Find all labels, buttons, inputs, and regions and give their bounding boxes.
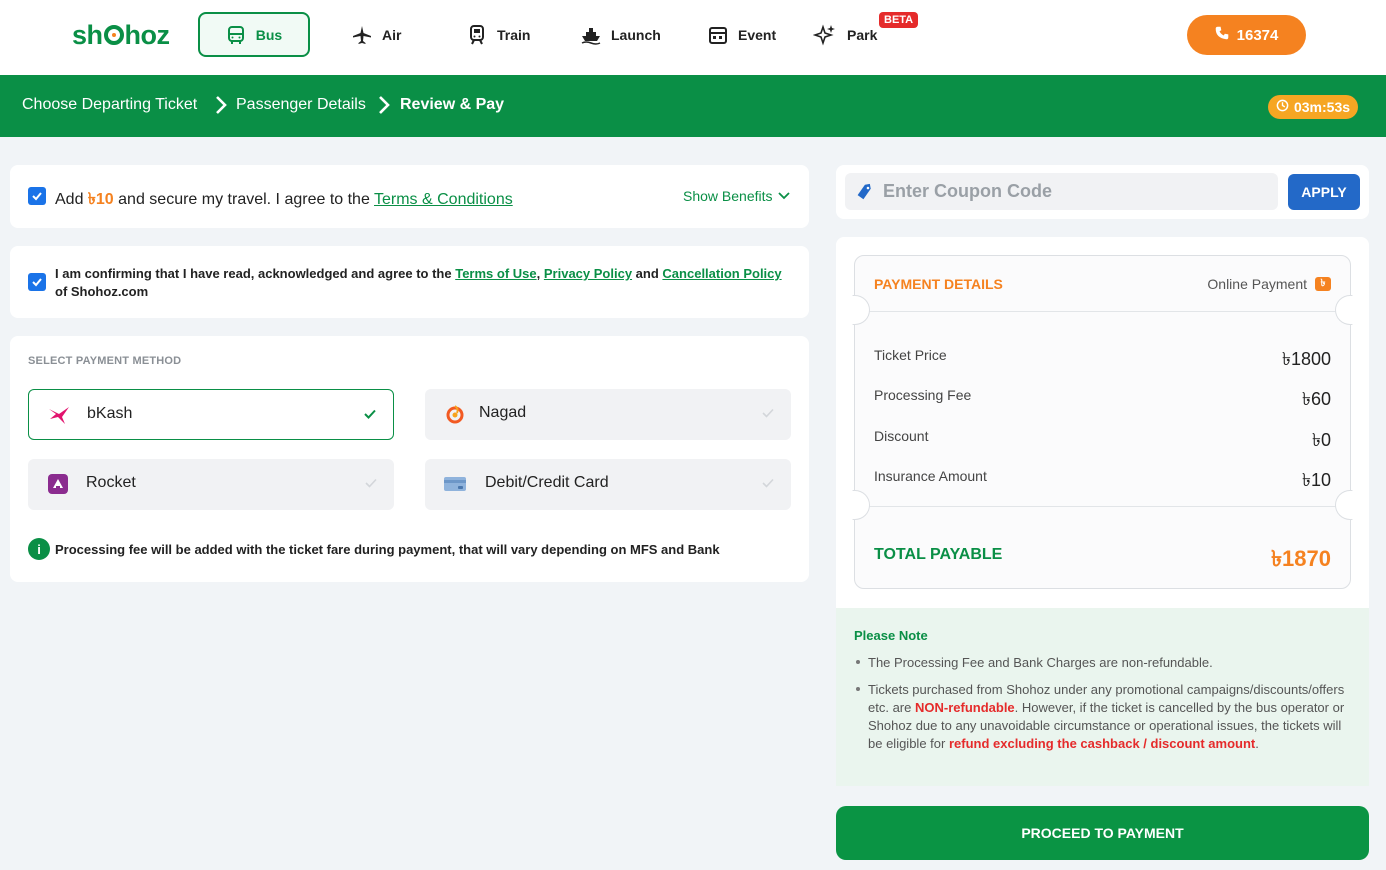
nav-tab-park[interactable]: Park <box>813 12 877 57</box>
session-timer: 03m:53s <box>1268 95 1358 119</box>
payment-details-box: PAYMENT DETAILS Online Payment ৳ Ticket … <box>854 255 1352 589</box>
train-icon <box>467 24 487 45</box>
insurance-text: Add ৳10 and secure my travel. I agree to… <box>55 191 513 208</box>
total-payable-value: ৳1870 <box>1271 546 1331 571</box>
hotline-button[interactable]: 16374 <box>1187 15 1306 55</box>
coupon-field[interactable] <box>845 173 1278 210</box>
payment-details-title: PAYMENT DETAILS <box>874 276 1003 292</box>
note-item: Tickets purchased from Shohoz under any … <box>854 681 1346 753</box>
payment-mode: Online Payment ৳ <box>1207 276 1331 292</box>
clock-icon <box>1276 99 1289 115</box>
agreement-checkbox[interactable] <box>28 273 46 291</box>
cancellation-policy-link[interactable]: Cancellation Policy <box>662 266 781 281</box>
agreement-card: I am confirming that I have read, acknow… <box>10 246 809 318</box>
chevron-right-icon <box>379 96 390 114</box>
ship-icon <box>581 25 601 45</box>
beta-badge: BETA <box>879 12 919 28</box>
taka-badge-icon: ৳ <box>1315 277 1331 291</box>
proceed-to-payment-button[interactable]: PROCEED TO PAYMENT <box>836 806 1369 860</box>
logo-o-icon <box>103 25 124 45</box>
sparkle-icon <box>813 23 837 47</box>
step-passenger-details[interactable]: Passenger Details <box>236 96 366 114</box>
info-icon: i <box>28 538 50 560</box>
please-note-box: Please Note The Processing Fee and Bank … <box>836 608 1369 786</box>
processing-fee-info: Processing fee will be added with the ti… <box>55 542 720 557</box>
insurance-amount-value: ৳10 <box>1302 470 1331 490</box>
ticket-price-value: ৳1800 <box>1281 349 1331 369</box>
checkout-steps-bar: Choose Departing Ticket Passenger Detail… <box>0 75 1386 137</box>
show-benefits-toggle[interactable]: Show Benefits <box>683 188 790 204</box>
unselected-check-icon <box>365 478 377 488</box>
shohoz-logo[interactable]: sh hoz <box>72 20 170 51</box>
note-title: Please Note <box>854 628 928 643</box>
chevron-down-icon <box>777 192 790 200</box>
total-payable-label: TOTAL PAYABLE <box>874 546 1003 563</box>
details-divider <box>855 311 1352 312</box>
check-icon <box>32 278 42 287</box>
nagad-icon <box>443 403 467 425</box>
coupon-tag-icon <box>854 181 874 206</box>
privacy-policy-link[interactable]: Privacy Policy <box>544 266 632 281</box>
nav-tab-launch[interactable]: Launch <box>581 12 661 57</box>
check-icon <box>32 192 42 201</box>
apply-coupon-button[interactable]: APPLY <box>1288 174 1360 210</box>
selected-check-icon <box>364 409 376 419</box>
step-choose-ticket[interactable]: Choose Departing Ticket <box>22 96 197 114</box>
payment-option-card[interactable]: Debit/Credit Card <box>425 459 791 510</box>
top-navigation: sh hoz Bus Air Train Launch Event Park B… <box>0 0 1386 75</box>
terms-of-use-link[interactable]: Terms of Use <box>455 266 536 281</box>
coupon-input[interactable] <box>883 181 1243 202</box>
insurance-card: Add ৳10 and secure my travel. I agree to… <box>10 165 809 228</box>
details-divider <box>855 506 1352 507</box>
payment-option-rocket[interactable]: Rocket <box>28 459 394 510</box>
payment-option-nagad[interactable]: Nagad <box>425 389 791 440</box>
chevron-right-icon <box>216 96 227 114</box>
processing-fee-label: Processing Fee <box>874 387 972 403</box>
nav-tab-air[interactable]: Air <box>352 12 401 57</box>
rocket-icon <box>46 473 70 495</box>
payment-method-title: SELECT PAYMENT METHOD <box>28 355 182 367</box>
bus-icon <box>226 25 246 45</box>
note-list: The Processing Fee and Bank Charges are … <box>854 654 1346 753</box>
note-item: The Processing Fee and Bank Charges are … <box>854 654 1346 672</box>
bkash-icon <box>47 404 71 426</box>
event-icon <box>708 25 728 45</box>
unselected-check-icon <box>762 478 774 488</box>
nav-tab-event[interactable]: Event <box>708 12 776 57</box>
credit-card-icon <box>443 473 467 495</box>
step-review-pay: Review & Pay <box>400 96 505 113</box>
insurance-checkbox[interactable] <box>28 187 46 205</box>
plane-icon <box>352 25 372 45</box>
processing-fee-value: ৳60 <box>1302 389 1331 409</box>
nav-tab-train[interactable]: Train <box>467 12 530 57</box>
unselected-check-icon <box>762 408 774 418</box>
phone-icon <box>1215 26 1229 44</box>
insurance-terms-link[interactable]: Terms & Conditions <box>374 191 513 208</box>
discount-label: Discount <box>874 428 929 444</box>
agreement-text: I am confirming that I have read, acknow… <box>55 266 782 299</box>
nav-tab-bus[interactable]: Bus <box>198 12 310 57</box>
discount-value: ৳0 <box>1312 430 1331 450</box>
ticket-price-label: Ticket Price <box>874 347 947 363</box>
payment-option-bkash[interactable]: bKash <box>28 389 394 440</box>
insurance-amount-label: Insurance Amount <box>874 468 987 484</box>
